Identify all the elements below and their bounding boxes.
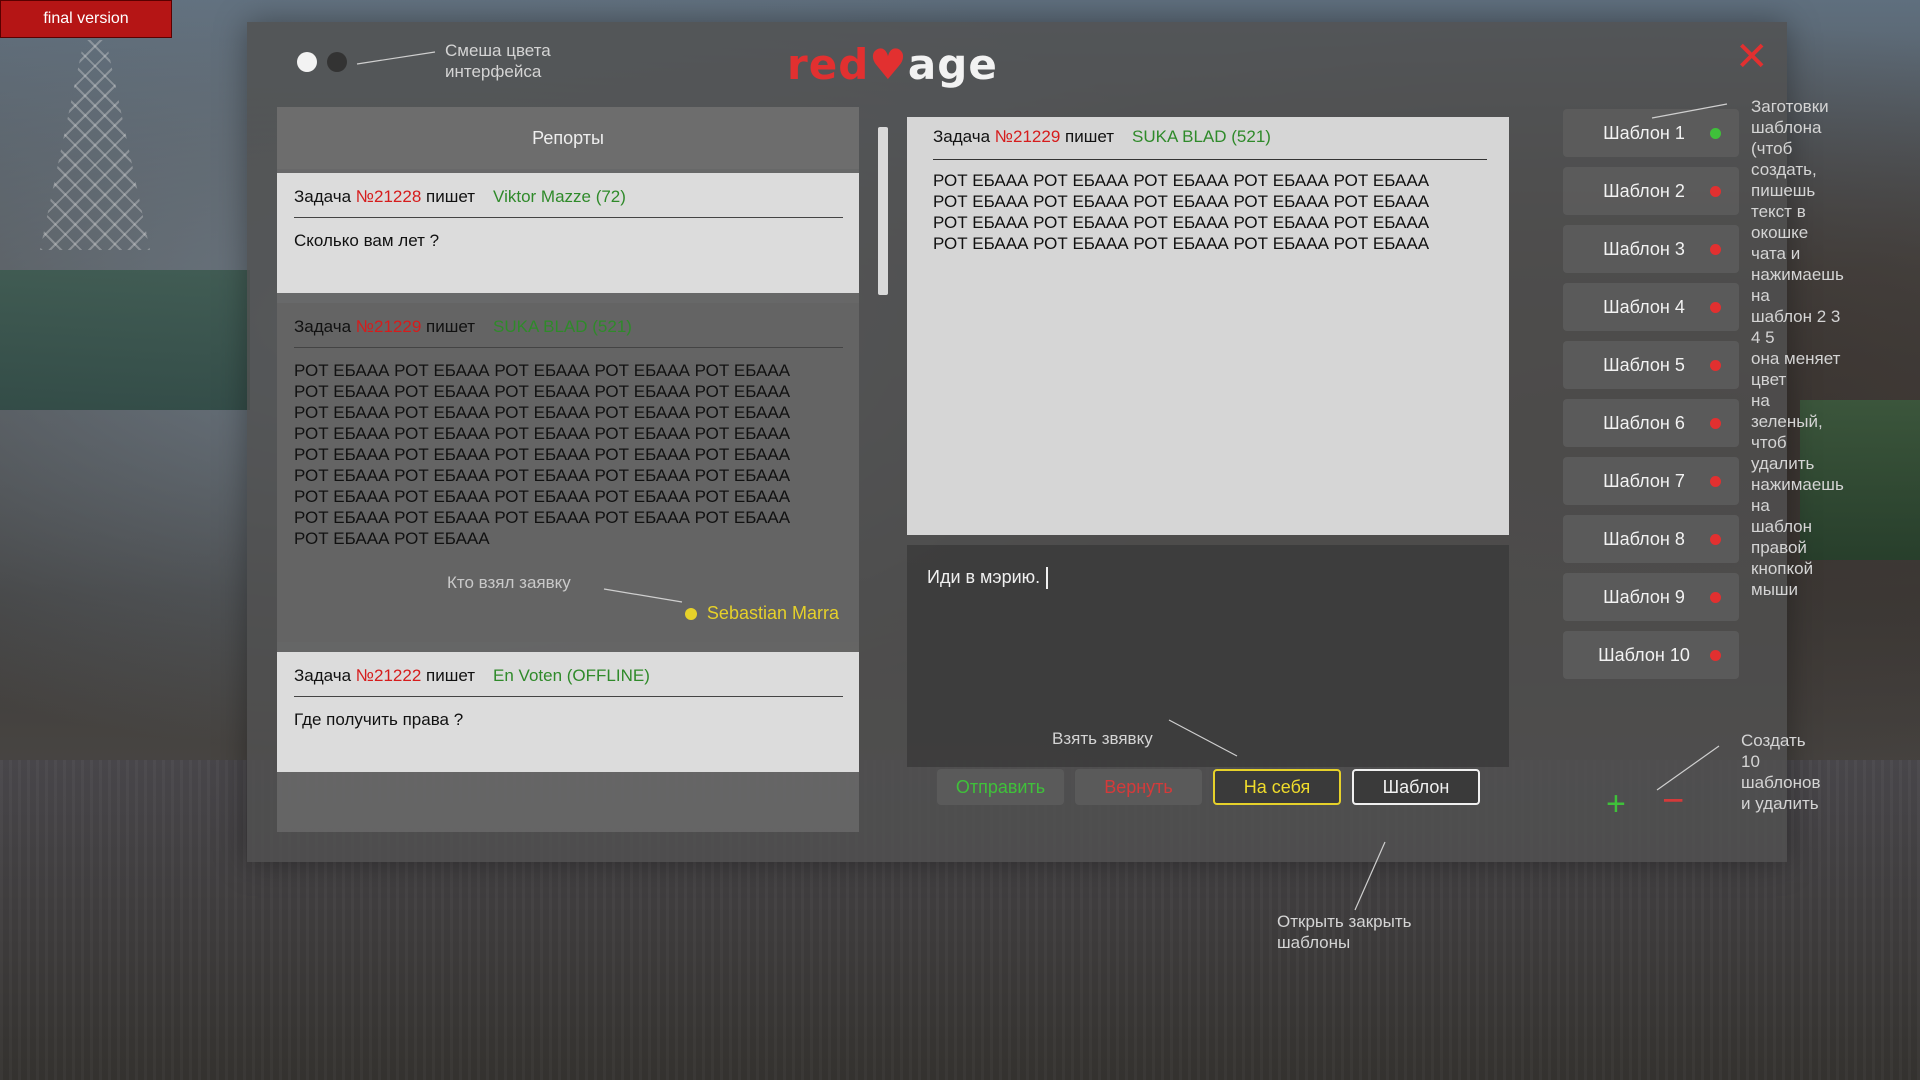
template-1-button[interactable]: Шаблон 1 xyxy=(1563,109,1739,157)
template-8-button[interactable]: Шаблон 8 xyxy=(1563,515,1739,563)
template-label: Шаблон 2 xyxy=(1603,180,1685,201)
chat-message: РОТ ЕБААА РОТ ЕБААА РОТ ЕБААА РОТ ЕБААА … xyxy=(933,171,1430,253)
template-9-button[interactable]: Шаблон 9 xyxy=(1563,573,1739,621)
admin-reports-window: Смеша цвета интерфейса red♥age ✕ Репорты… xyxy=(247,22,1844,952)
chat-panel: Задача №21229 пишет SUKA BLAD (521) РОТ Е… xyxy=(907,117,1509,535)
close-icon[interactable]: ✕ xyxy=(1735,37,1769,77)
theme-light-toggle[interactable] xyxy=(297,52,317,72)
report-verb: пишет xyxy=(421,666,476,685)
template-3-button[interactable]: Шаблон 3 xyxy=(1563,225,1739,273)
template-label: Шаблон 4 xyxy=(1603,296,1685,317)
report-number: №21229 xyxy=(355,317,422,336)
template-status-icon xyxy=(1710,534,1721,545)
color-swap-hint: Смеша цвета интерфейса xyxy=(445,41,551,81)
report-card[interactable]: Задача №21222 пишет En Voten (OFFLINE) Гд… xyxy=(277,652,859,772)
template-5-button[interactable]: Шаблон 5 xyxy=(1563,341,1739,389)
taker-name: Sebastian Marra xyxy=(706,603,839,623)
template-status-icon xyxy=(1710,476,1721,487)
template-label: Шаблон 1 xyxy=(1603,122,1685,143)
report-verb: пишет xyxy=(421,317,476,336)
logo: red♥age xyxy=(787,40,998,89)
who-took-hint: Кто взял заявку xyxy=(447,573,571,592)
template-label: Шаблон 7 xyxy=(1603,470,1685,491)
template-status-icon xyxy=(1710,128,1721,139)
report-card-header: Задача №21228 пишет Viktor Mazze (72) xyxy=(294,187,843,218)
template-status-icon xyxy=(1710,302,1721,313)
report-card[interactable]: Задача №21228 пишет Viktor Mazze (72) Ско… xyxy=(277,173,859,293)
template-label: Шаблон 10 xyxy=(1598,644,1690,665)
templates-info-hint: Заготовки шаблона (чтоб создать, пишешь … xyxy=(1751,97,1844,599)
message-input-value: Иди в мэрию. xyxy=(927,567,1049,590)
text-caret xyxy=(1046,567,1049,590)
message-input-text: Иди в мэрию. xyxy=(927,567,1041,587)
create-templates-hint: Создать 10 шаблонов и удалить xyxy=(1741,731,1821,813)
template-label: Шаблон 8 xyxy=(1603,528,1685,549)
taker-status-icon xyxy=(684,607,697,620)
report-verb: пишет xyxy=(421,187,476,206)
template-7-button[interactable]: Шаблон 7 xyxy=(1563,457,1739,505)
report-author: Viktor Mazze (72) xyxy=(493,187,626,206)
template-status-icon xyxy=(1710,186,1721,197)
return-button[interactable]: Вернуть xyxy=(1075,769,1202,805)
template-status-icon xyxy=(1710,360,1721,371)
report-card-header: Задача №21229 пишет SUKA BLAD (521) xyxy=(294,317,843,348)
template-status-icon xyxy=(1710,592,1721,603)
report-prefix: Задача xyxy=(294,666,356,685)
message-input[interactable]: Иди в мэрию. Взять звявку xyxy=(907,545,1509,767)
template-4-button[interactable]: Шаблон 4 xyxy=(1563,283,1739,331)
send-button[interactable]: Отправить xyxy=(937,769,1064,805)
template-button[interactable]: Шаблон xyxy=(1352,769,1480,805)
report-number: №21222 xyxy=(355,666,422,685)
chat-author: SUKA BLAD (521) xyxy=(1132,127,1271,146)
template-label: Шаблон 5 xyxy=(1603,354,1685,375)
report-card-header: Задача №21222 пишет En Voten (OFFLINE) xyxy=(294,666,843,697)
background-tower xyxy=(40,40,150,250)
template-status-icon xyxy=(1710,418,1721,429)
report-text: Сколько вам лет ? xyxy=(294,231,440,250)
add-templates-icon[interactable]: + xyxy=(1606,787,1626,821)
template-6-button[interactable]: Шаблон 6 xyxy=(1563,399,1739,447)
report-prefix: Задача xyxy=(294,187,356,206)
report-text: Где получить права ? xyxy=(294,710,464,729)
reports-title: Репорты xyxy=(277,107,859,169)
template-10-button[interactable]: Шаблон 10 xyxy=(1563,631,1739,679)
report-text: РОТ ЕБААА РОТ ЕБААА РОТ ЕБААА РОТ ЕБААА … xyxy=(294,361,791,548)
reports-list: Репорты Задача №21228 пишет Viktor Mazze … xyxy=(277,107,859,832)
take-self-button[interactable]: На себя xyxy=(1213,769,1341,805)
chat-prefix: Задача xyxy=(933,127,995,146)
logo-heart-icon: ♥ xyxy=(869,40,908,89)
report-number: №21228 xyxy=(355,187,422,206)
report-card-selected[interactable]: Задача №21229 пишет SUKA BLAD (521) РОТ Е… xyxy=(277,303,859,642)
background-wall xyxy=(0,270,250,410)
remove-templates-icon[interactable]: − xyxy=(1662,782,1684,820)
chat-verb: пишет xyxy=(1060,127,1115,146)
template-status-icon xyxy=(1710,244,1721,255)
take-request-hint: Взять звявку xyxy=(1052,729,1153,748)
template-label: Шаблон 6 xyxy=(1603,412,1685,433)
template-status-icon xyxy=(1710,650,1721,661)
theme-dark-toggle[interactable] xyxy=(327,52,347,72)
version-badge: final version xyxy=(0,0,172,38)
report-author: En Voten (OFFLINE) xyxy=(493,666,650,685)
report-author: SUKA BLAD (521) xyxy=(493,317,632,336)
reports-scrollbar[interactable] xyxy=(878,127,888,295)
open-close-templates-hint: Открыть закрыть шаблоны xyxy=(1277,912,1412,952)
chat-number: №21229 xyxy=(994,127,1061,146)
template-label: Шаблон 9 xyxy=(1603,586,1685,607)
report-taker: Sebastian Marra xyxy=(684,603,839,624)
template-label: Шаблон 3 xyxy=(1603,238,1685,259)
report-prefix: Задача xyxy=(294,317,356,336)
template-2-button[interactable]: Шаблон 2 xyxy=(1563,167,1739,215)
chat-header: Задача №21229 пишет SUKA BLAD (521) xyxy=(933,117,1487,160)
logo-part-white: age xyxy=(907,40,998,89)
logo-part-red: red xyxy=(787,40,870,89)
